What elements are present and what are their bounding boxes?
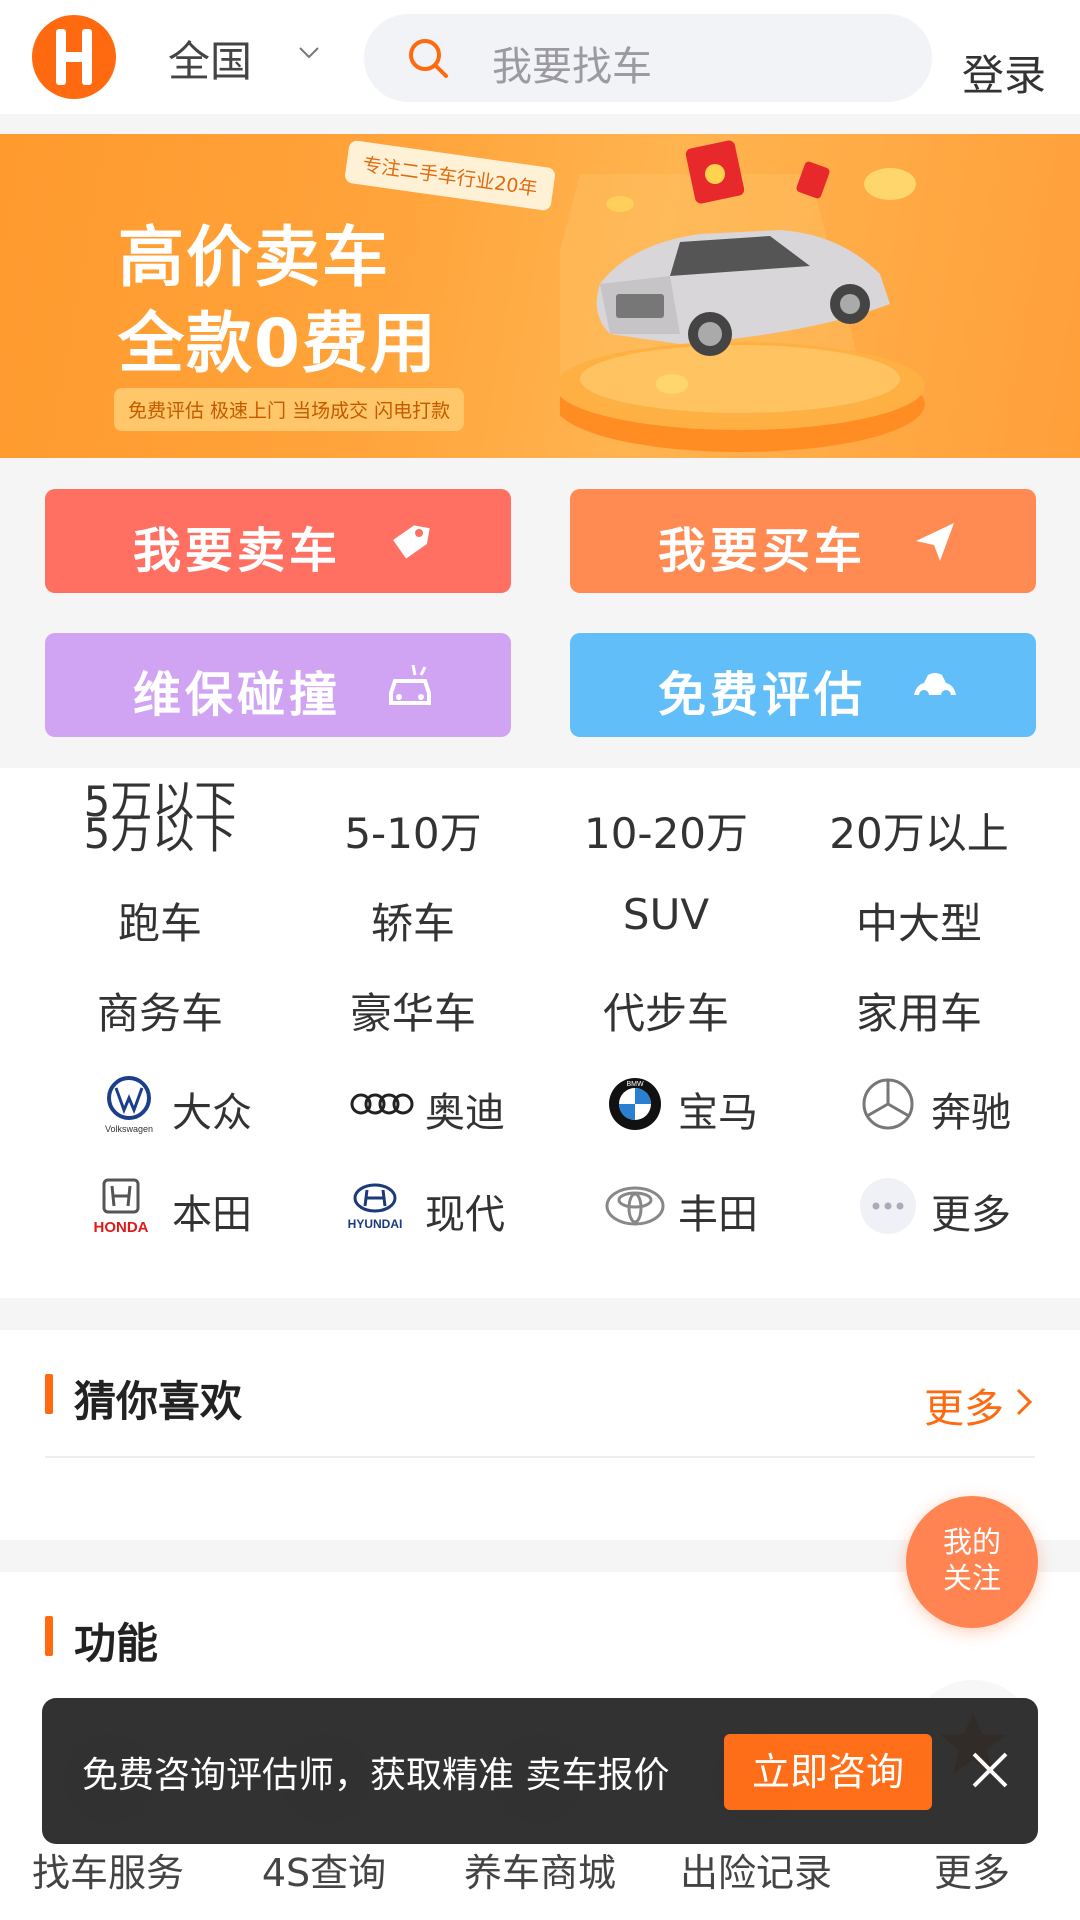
svg-text:HONDA: HONDA: [94, 1219, 149, 1236]
banner-features: 免费评估 极速上门 当场成交 闪电打款: [114, 388, 465, 431]
brand-more[interactable]: 更多: [793, 1172, 1045, 1242]
consult-now-button[interactable]: 立即咨询: [724, 1734, 932, 1810]
city-selector[interactable]: 全国: [168, 28, 252, 89]
benz-logo-icon: [862, 1078, 914, 1130]
svg-text:HYUNDAI: HYUNDAI: [348, 1217, 403, 1231]
price-filter-2[interactable]: 5-10万: [287, 800, 539, 861]
follow-label-line2: 关注: [942, 1561, 1001, 1595]
car-icon: [914, 673, 956, 700]
buy-car-label: 我要买车: [658, 523, 867, 579]
brand-name: 奥迪: [425, 1090, 505, 1136]
repair-label: 维保碰撞: [133, 667, 342, 723]
type-filter-sedan[interactable]: 轿车: [287, 890, 539, 951]
buy-car-button[interactable]: 我要买车: [570, 489, 1036, 593]
use-filter-business[interactable]: 商务车: [34, 980, 286, 1041]
brand-audi[interactable]: 奥迪: [287, 1070, 539, 1140]
search-icon: [409, 39, 448, 78]
svg-text:BMW: BMW: [626, 1081, 644, 1088]
function-more[interactable]: 更多: [872, 1842, 1072, 1897]
guess-you-like-section: 猜你喜欢 更多: [0, 1330, 1080, 1540]
type-filter-sports[interactable]: 跑车: [34, 890, 286, 951]
honda-logo-icon: HONDA: [94, 1178, 149, 1236]
free-evaluation-label: 免费评估: [658, 667, 867, 723]
brand-hyundai[interactable]: HYUNDAI 现代: [287, 1172, 539, 1242]
function-find-car[interactable]: 找车服务: [8, 1842, 208, 1897]
function-4s-query[interactable]: 4S查询: [224, 1842, 424, 1897]
sell-car-label: 我要卖车: [133, 523, 342, 579]
use-filter-family[interactable]: 家用车: [793, 980, 1045, 1041]
login-link[interactable]: 登录: [962, 42, 1046, 103]
close-icon[interactable]: [962, 1742, 1018, 1798]
chevron-down-icon[interactable]: [296, 40, 322, 66]
car-crash-icon: [389, 664, 431, 705]
hyundai-logo-icon: HYUNDAI: [348, 1183, 403, 1231]
function-accident-record[interactable]: 出险记录: [656, 1842, 856, 1897]
functions-title: 功能: [74, 1619, 159, 1668]
brand-name: 大众: [172, 1090, 252, 1136]
brand-bmw[interactable]: BMW 宝马: [540, 1070, 792, 1140]
type-filter-suv[interactable]: SUV: [540, 890, 792, 939]
brand-benz[interactable]: 奔驰: [793, 1070, 1045, 1140]
brand-honda[interactable]: HONDA 本田: [34, 1172, 286, 1242]
search-placeholder: 我要找车: [492, 44, 652, 90]
banner-subtitle: 全款0费用: [118, 305, 438, 382]
brand-volkswagen[interactable]: Volkswagen 大众: [34, 1070, 286, 1140]
banner-title: 高价卖车: [118, 219, 390, 296]
tag-icon: [393, 525, 430, 559]
volkswagen-logo-icon: Volkswagen: [105, 1076, 153, 1134]
top-header: 全国 我要找车 登录: [0, 0, 1080, 114]
price-filter-4[interactable]: 20万以上: [793, 800, 1045, 861]
consult-toast: 免费咨询评估师，获取精准 卖车报价 立即咨询: [42, 1698, 1038, 1844]
search-input[interactable]: 我要找车: [364, 14, 932, 102]
guess-title: 猜你喜欢: [74, 1377, 243, 1426]
divider: [45, 1456, 1035, 1458]
section-accent-bar: [45, 1616, 53, 1656]
brand-name: 本田: [172, 1192, 252, 1238]
app-logo-icon[interactable]: [30, 13, 118, 101]
brand-name: 丰田: [678, 1192, 758, 1238]
price-filter-1[interactable]: 5万以下: [34, 800, 286, 861]
banner-tag: 专注二手车行业20年: [344, 139, 557, 212]
function-shop[interactable]: 养车商城: [440, 1842, 640, 1897]
guess-more-link[interactable]: 更多: [924, 1376, 1004, 1434]
brand-name: 奔驰: [931, 1090, 1011, 1136]
brand-name: 更多: [931, 1192, 1011, 1238]
follow-label-line1: 我的: [942, 1525, 1001, 1559]
price-filter-3[interactable]: 10-20万: [540, 800, 792, 861]
toast-message: 免费咨询评估师，获取精准 卖车报价: [82, 1755, 670, 1796]
brand-name: 现代: [425, 1192, 505, 1238]
svg-text:Volkswagen: Volkswagen: [105, 1124, 153, 1134]
sell-car-button[interactable]: 我要卖车: [45, 489, 511, 593]
audi-logo-icon: [350, 1093, 414, 1115]
car-illustration-icon: [560, 140, 925, 452]
brand-name: 宝马: [678, 1090, 758, 1136]
more-dots-icon: [860, 1178, 916, 1234]
free-evaluation-button[interactable]: 免费评估: [570, 633, 1036, 737]
my-follow-button[interactable]: 我的 关注: [906, 1496, 1038, 1628]
brand-toyota[interactable]: 丰田: [540, 1172, 792, 1242]
chevron-right-icon[interactable]: [1010, 1382, 1038, 1422]
type-filter-large[interactable]: 中大型: [793, 890, 1045, 951]
toyota-logo-icon: [605, 1186, 665, 1226]
bmw-logo-icon: BMW: [609, 1078, 661, 1130]
promo-banner[interactable]: 专注二手车行业20年 高价卖车 全款0费用 免费评估 极速上门 当场成交 闪电打…: [0, 134, 1080, 458]
use-filter-commuter[interactable]: 代步车: [540, 980, 792, 1041]
send-icon: [916, 523, 954, 561]
section-accent-bar: [45, 1374, 53, 1414]
use-filter-luxury[interactable]: 豪华车: [287, 980, 539, 1041]
repair-button[interactable]: 维保碰撞: [45, 633, 511, 737]
